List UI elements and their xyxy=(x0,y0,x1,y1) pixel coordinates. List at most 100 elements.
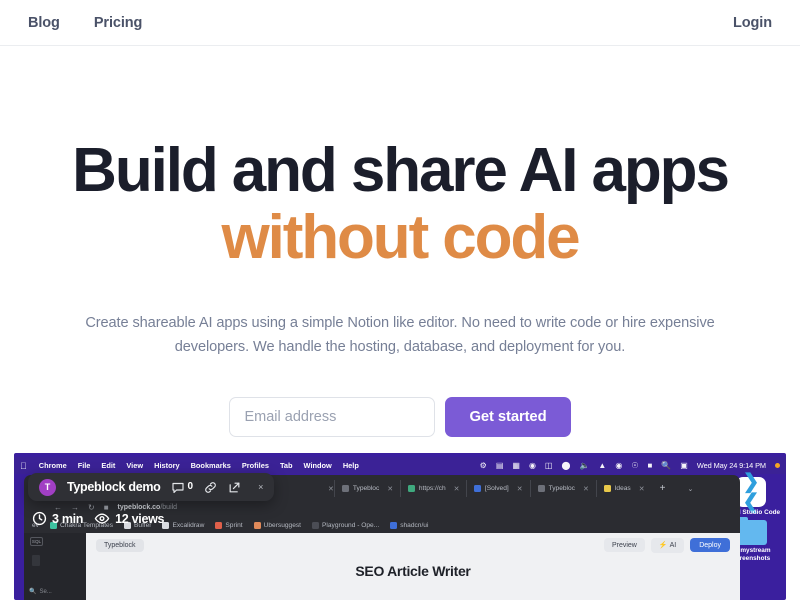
product-demo-screenshot:  Chrome File Edit View History Bookmark… xyxy=(14,453,786,600)
headline-line-2-accent: without code xyxy=(221,202,580,272)
hero-subtitle: Create shareable AI apps using a simple … xyxy=(85,314,715,355)
url-path: /build xyxy=(160,504,178,511)
control-center-icon[interactable]: ▣ xyxy=(680,461,688,470)
bookmark-favicon-icon xyxy=(253,521,261,529)
tab-favicon-icon xyxy=(537,485,545,492)
app-toolbar: Typeblock Preview ⚡ AI Deploy xyxy=(86,533,740,557)
menu-item-bookmarks[interactable]: Bookmarks xyxy=(191,461,231,470)
browser-tab-label: Typebloc xyxy=(548,485,575,492)
browser-tab-label: Typebloc xyxy=(352,485,380,492)
views-value: 12 views xyxy=(115,511,165,526)
hero-section: Build and share AI apps without code Cre… xyxy=(0,46,800,438)
sidebar-search-field[interactable]: 🔍 Se... xyxy=(29,588,52,596)
bolt-icon: ⚡ xyxy=(658,542,668,549)
volume-icon[interactable]: 🔈 xyxy=(579,461,589,470)
shield-icon[interactable]: ⬤ xyxy=(561,461,570,470)
copy-link-button[interactable] xyxy=(204,481,217,494)
menu-item-profiles[interactable]: Profiles xyxy=(242,461,269,470)
open-external-button[interactable] xyxy=(228,481,241,494)
preview-button[interactable]: Preview xyxy=(603,538,645,552)
nav-link-login[interactable]: Login xyxy=(733,15,772,31)
bookmark-item[interactable]: Sprint xyxy=(215,521,243,529)
app-brand-badge[interactable]: Typeblock xyxy=(96,538,144,552)
menu-item-edit[interactable]: Edit xyxy=(101,461,115,470)
menu-item-history[interactable]: History xyxy=(154,461,179,470)
tab-close-icon[interactable]: ✕ xyxy=(583,485,589,493)
macos-status-icons: ⚙ ▤ ▦ ◉ ◫ ⬤ 🔈 ▲ ◉ ☉ ■ 🔍 ▣ Wed May 24 9:1… xyxy=(480,461,780,470)
keyboard-icon[interactable]: ◫ xyxy=(545,461,553,470)
menu-item-tab[interactable]: Tab xyxy=(280,461,293,470)
signup-form: Get started xyxy=(0,397,800,438)
chevron-down-icon[interactable]: ⌄ xyxy=(687,485,693,493)
sidebar-search-label: Se... xyxy=(39,588,52,595)
bookmark-item[interactable]: shadcn/ui xyxy=(390,521,429,529)
tab-favicon-icon xyxy=(473,485,481,492)
comment-button[interactable]: 0 xyxy=(171,481,194,493)
menu-item-view[interactable]: View xyxy=(126,461,143,470)
comment-count: 0 xyxy=(187,481,194,492)
bookmark-item[interactable]: Playground - Ope... xyxy=(312,521,380,529)
tab-close-icon[interactable]: ✕ xyxy=(639,485,645,493)
url-text[interactable]: typeblock.co/build xyxy=(118,504,178,511)
wifi-icon[interactable]: ◉ xyxy=(615,461,622,470)
overlay-stats-group: 3 min 12 views xyxy=(32,511,164,526)
close-icon[interactable]: × xyxy=(258,482,263,492)
menu-item-help[interactable]: Help xyxy=(343,461,359,470)
tab-favicon-icon xyxy=(603,485,611,492)
clock-icon[interactable]: ☉ xyxy=(631,461,638,470)
recording-indicator-icon xyxy=(775,463,780,468)
sidebar-document-item[interactable] xyxy=(32,555,40,566)
tab-close-icon[interactable]: ✕ xyxy=(454,485,460,493)
duration-stat: 3 min xyxy=(32,511,83,526)
email-field[interactable] xyxy=(229,397,436,438)
stats-icon[interactable]: ▤ xyxy=(496,461,504,470)
menu-item-chrome[interactable]: Chrome xyxy=(39,461,67,470)
browser-tab[interactable]: https://ch ✕ xyxy=(399,480,466,497)
browser-tab-label: [Solved] xyxy=(484,485,509,492)
tab-close-icon[interactable]: ✕ xyxy=(387,485,393,493)
tab-close-icon[interactable]: ✕ xyxy=(517,485,523,493)
avatar: T xyxy=(39,478,56,496)
browser-tab[interactable]: Typebloc ✕ xyxy=(333,480,400,497)
bookmark-label: shadcn/ui xyxy=(400,521,429,529)
bookmark-item[interactable]: Ubersuggest xyxy=(253,521,301,529)
nav-link-pricing[interactable]: Pricing xyxy=(94,15,143,31)
deploy-button[interactable]: Deploy xyxy=(690,538,730,552)
bookmark-favicon-icon xyxy=(312,521,319,529)
app-main-area: Typeblock Preview ⚡ AI Deploy SEO Articl… xyxy=(86,533,740,600)
headline-line-1: Build and share AI apps xyxy=(72,136,730,205)
page-title: Build and share AI apps without code xyxy=(0,136,800,272)
sidebar-sql-chip[interactable]: SQL xyxy=(30,537,43,546)
ai-button[interactable]: ⚡ AI xyxy=(650,537,685,553)
menu-item-file[interactable]: File xyxy=(78,461,91,470)
browser-tab-label: https://ch xyxy=(418,485,446,492)
browser-tab[interactable]: [Solved] ✕ xyxy=(465,480,530,497)
menu-item-window[interactable]: Window xyxy=(304,461,332,470)
bookmark-item[interactable]: Excalidraw xyxy=(162,521,204,529)
bookmark-favicon-icon xyxy=(215,521,223,529)
url-domain: typeblock.co xyxy=(117,504,161,511)
new-tab-button[interactable]: + xyxy=(652,483,674,494)
bookmark-label: Ubersuggest xyxy=(263,521,301,529)
nav-link-blog[interactable]: Blog xyxy=(28,15,60,31)
apple-logo-icon[interactable]:  xyxy=(20,461,27,471)
browser-tab[interactable]: Typebloc ✕ xyxy=(529,480,596,497)
bookmark-favicon-icon xyxy=(390,521,398,529)
browser-tab[interactable]: Ideas ✕ xyxy=(595,480,652,497)
nav-links-group: Blog Pricing xyxy=(28,15,142,31)
get-started-button[interactable]: Get started xyxy=(445,397,571,438)
dropbox-icon[interactable]: ▲ xyxy=(598,461,606,470)
at-icon[interactable]: ◉ xyxy=(529,461,536,470)
gear-icon[interactable]: ⚙ xyxy=(480,461,487,470)
document-title[interactable]: SEO Article Writer xyxy=(86,563,740,579)
search-icon[interactable]: 🔍 xyxy=(661,461,671,470)
nav-right-group: Login xyxy=(733,14,772,32)
menu-bar-clock[interactable]: Wed May 24 9:14 PM xyxy=(697,461,766,470)
tab-favicon-icon xyxy=(341,485,349,492)
overlay-title: Typeblock demo xyxy=(67,480,161,494)
bookmark-label: Playground - Ope... xyxy=(322,521,380,529)
bookmark-label: Sprint xyxy=(225,521,243,529)
browser-tab-label: Ideas xyxy=(614,485,631,492)
battery-icon[interactable]: ■ xyxy=(647,461,652,470)
hd-icon[interactable]: ▦ xyxy=(512,461,520,470)
